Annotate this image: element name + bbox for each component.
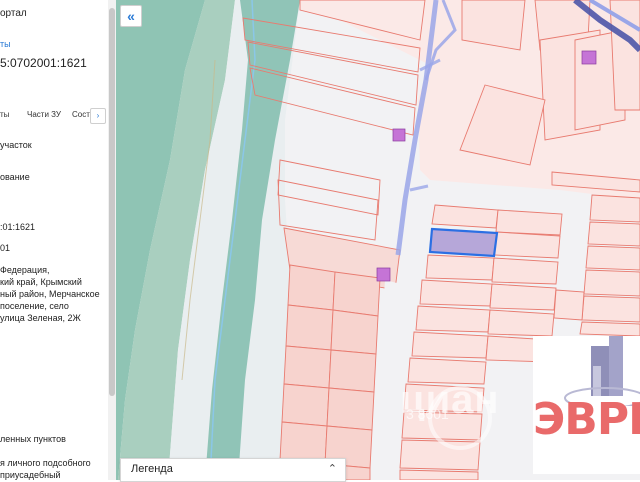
legend-dropdown[interactable]: Легенда ⌃ bbox=[120, 458, 346, 482]
logo-text: ЭВРИ bbox=[533, 394, 640, 445]
permitted-use-value: я личного подсобного приусадебный bbox=[0, 457, 91, 480]
use-line: приусадебный bbox=[0, 470, 61, 480]
building bbox=[392, 128, 406, 142]
watermark-number: 3 8601 bbox=[406, 406, 449, 422]
panel-title: ортал bbox=[0, 8, 27, 19]
address-line: ный район, Мерчанское bbox=[0, 289, 100, 299]
cadastral-number-value: :01:1621 bbox=[0, 222, 36, 232]
tab-parts[interactable]: Части ЗУ bbox=[27, 110, 61, 119]
address-line: Федерация, bbox=[0, 265, 50, 275]
land-category-value: ленных пунктов bbox=[0, 434, 66, 444]
building bbox=[581, 50, 597, 65]
panel-scrollbar[interactable] bbox=[108, 0, 116, 480]
use-line: я личного подсобного bbox=[0, 458, 91, 468]
panel-link[interactable]: ты bbox=[0, 39, 11, 49]
collapse-panel-button[interactable]: « bbox=[120, 5, 142, 27]
address-line: кий край, Крымский bbox=[0, 277, 82, 287]
info-tabs: ты Части ЗУ Сост › bbox=[0, 108, 116, 124]
selected-parcel[interactable] bbox=[428, 227, 499, 258]
cadastral-number: 5:0702001:1621 bbox=[0, 56, 87, 70]
object-status-value: ование bbox=[0, 172, 30, 182]
address-line: поселение, село bbox=[0, 301, 69, 311]
building bbox=[376, 267, 391, 282]
chevron-updown-icon: ⌃ bbox=[327, 463, 337, 475]
address-line: улица Зеленая, 2Ж bbox=[0, 313, 81, 323]
scrollbar-thumb[interactable] bbox=[109, 8, 115, 396]
address-value: Федерация, кий край, Крымский ный район,… bbox=[0, 264, 116, 324]
cadastral-quarter-value: 01 bbox=[0, 243, 11, 253]
chevron-right-icon[interactable]: › bbox=[90, 108, 106, 124]
tab-status[interactable]: Сост bbox=[72, 110, 90, 119]
agency-logo: ЭВРИ bbox=[533, 336, 640, 474]
object-type-value: участок bbox=[0, 140, 32, 150]
tab-info[interactable]: ты bbox=[0, 110, 9, 119]
parcel-grid-lower-left bbox=[279, 264, 381, 480]
parcel-info-panel: ортал ты 5:0702001:1621 ты Части ЗУ Сост… bbox=[0, 0, 116, 480]
legend-label: Легенда bbox=[131, 463, 173, 475]
